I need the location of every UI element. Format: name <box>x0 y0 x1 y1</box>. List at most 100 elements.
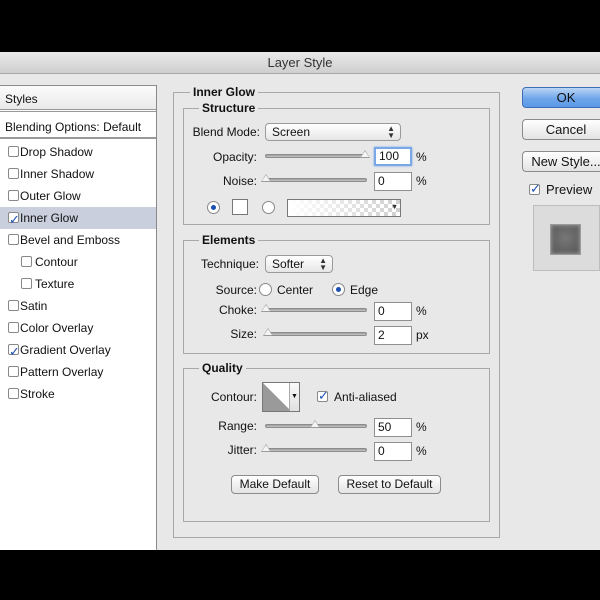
size-slider-thumb[interactable] <box>263 328 273 336</box>
structure-title: Structure <box>199 101 259 115</box>
style-item-texture[interactable]: Texture <box>0 273 156 295</box>
blend-mode-select[interactable]: Screen ▲ ▼ <box>265 123 401 141</box>
chevron-down-icon: ▼ <box>391 204 398 211</box>
source-label: Source: <box>215 283 257 297</box>
noise-label: Noise: <box>222 174 257 188</box>
noise-unit: % <box>416 174 427 188</box>
anti-aliased-checkbox[interactable] <box>317 388 329 404</box>
style-checkbox[interactable] <box>8 388 19 399</box>
source-center-label: Center <box>277 283 314 297</box>
preview-swatch <box>550 224 581 255</box>
range-slider-thumb[interactable] <box>310 420 320 428</box>
blend-mode-label: Blend Mode: <box>192 125 260 139</box>
style-item-gradient-overlay[interactable]: Gradient Overlay <box>0 339 156 363</box>
style-item-label: Contour <box>35 255 78 269</box>
choke-slider-thumb[interactable] <box>261 304 271 312</box>
style-item-label: Inner Glow <box>20 211 79 225</box>
style-item-drop-shadow[interactable]: Drop Shadow <box>0 141 156 163</box>
style-checkbox[interactable] <box>21 278 32 289</box>
style-item-inner-shadow[interactable]: Inner Shadow <box>0 163 156 185</box>
style-item-label: Outer Glow <box>20 189 81 203</box>
jitter-label: Jitter: <box>227 443 257 457</box>
cancel-button[interactable]: Cancel <box>522 119 600 140</box>
style-item-inner-glow[interactable]: Inner Glow <box>0 207 156 231</box>
choke-label: Choke: <box>218 303 257 317</box>
choke-slider-track[interactable] <box>265 308 367 312</box>
noise-slider-thumb[interactable] <box>261 174 271 182</box>
style-item-contour[interactable]: Contour <box>0 251 156 273</box>
select-arrows-icon: ▲ ▼ <box>319 256 327 272</box>
jitter-slider-thumb[interactable] <box>261 444 271 452</box>
layer-style-dialog: Layer Style Styles Blending Options: Def… <box>0 52 600 550</box>
blending-options-item[interactable]: Blending Options: Default <box>0 115 156 139</box>
chevron-down-icon: ▼ <box>289 383 299 411</box>
blend-mode-value: Screen <box>272 125 311 139</box>
style-checkbox[interactable] <box>8 341 20 363</box>
style-checkbox[interactable] <box>8 366 19 377</box>
opacity-slider-thumb[interactable] <box>360 150 370 158</box>
style-checkbox[interactable] <box>8 300 19 311</box>
contour-label: Contour: <box>210 390 257 404</box>
reset-to-default-button[interactable]: Reset to Default <box>338 475 441 494</box>
preview-thumbnail <box>533 205 600 271</box>
glow-color-swatch[interactable] <box>232 199 248 215</box>
style-item-label: Color Overlay <box>20 321 94 335</box>
jitter-slider-track[interactable] <box>265 448 367 452</box>
choke-input[interactable]: 0 <box>374 302 412 321</box>
size-unit: px <box>416 328 429 342</box>
style-checkbox[interactable] <box>8 322 19 333</box>
style-checkbox[interactable] <box>8 168 19 179</box>
window-title: Layer Style <box>0 52 600 74</box>
styles-list-panel: Styles Blending Options: Default Drop Sh… <box>0 85 157 550</box>
style-item-stroke[interactable]: Stroke <box>0 383 156 405</box>
style-checkbox[interactable] <box>8 209 20 231</box>
style-item-label: Texture <box>35 277 75 291</box>
preview-checkbox[interactable] <box>529 181 541 197</box>
styles-header[interactable]: Styles <box>0 86 156 112</box>
opacity-slider-track[interactable] <box>265 154 367 158</box>
select-arrows-icon: ▲ ▼ <box>387 124 395 140</box>
opacity-label: Opacity: <box>212 150 257 164</box>
new-style-button[interactable]: New Style... <box>522 151 600 172</box>
style-checkbox[interactable] <box>21 256 32 267</box>
gradient-radio[interactable] <box>262 201 275 214</box>
gradient-picker[interactable]: ▼ <box>287 199 401 217</box>
technique-value: Softer <box>272 257 305 271</box>
noise-input[interactable]: 0 <box>374 172 412 191</box>
make-default-button[interactable]: Make Default <box>231 475 319 494</box>
size-input[interactable]: 2 <box>374 326 412 345</box>
style-item-pattern-overlay[interactable]: Pattern Overlay <box>0 361 156 383</box>
style-item-label: Stroke <box>20 387 55 401</box>
range-unit: % <box>416 420 427 434</box>
elements-title: Elements <box>199 233 259 247</box>
size-slider-track[interactable] <box>265 332 367 336</box>
style-checkbox[interactable] <box>8 234 19 245</box>
style-item-bevel-and-emboss[interactable]: Bevel and Emboss <box>0 229 156 251</box>
technique-select[interactable]: Softer ▲ ▼ <box>265 255 333 273</box>
quality-title: Quality <box>199 361 246 375</box>
style-checkbox[interactable] <box>8 190 19 201</box>
style-item-label: Pattern Overlay <box>20 365 104 379</box>
source-center-radio[interactable] <box>259 283 272 296</box>
solid-color-radio[interactable] <box>207 201 220 214</box>
style-item-color-overlay[interactable]: Color Overlay <box>0 317 156 339</box>
opacity-input[interactable]: 100 <box>374 147 412 166</box>
inner-glow-title: Inner Glow <box>190 85 259 99</box>
style-item-label: Inner Shadow <box>20 167 95 181</box>
noise-slider-track[interactable] <box>265 178 367 182</box>
ok-button[interactable]: OK <box>522 87 600 108</box>
anti-aliased-label: Anti-aliased <box>334 390 397 404</box>
source-edge-radio[interactable] <box>332 283 345 296</box>
style-item-label: Satin <box>20 299 48 313</box>
style-item-label: Bevel and Emboss <box>20 233 121 247</box>
jitter-input[interactable]: 0 <box>374 442 412 461</box>
technique-label: Technique: <box>200 257 259 271</box>
range-input[interactable]: 50 <box>374 418 412 437</box>
style-checkbox[interactable] <box>8 146 19 157</box>
style-item-satin[interactable]: Satin <box>0 295 156 317</box>
contour-picker[interactable]: ▼ <box>262 382 300 412</box>
range-label: Range: <box>218 419 257 433</box>
opacity-unit: % <box>416 150 427 164</box>
style-item-outer-glow[interactable]: Outer Glow <box>0 185 156 207</box>
source-edge-label: Edge <box>350 283 379 297</box>
